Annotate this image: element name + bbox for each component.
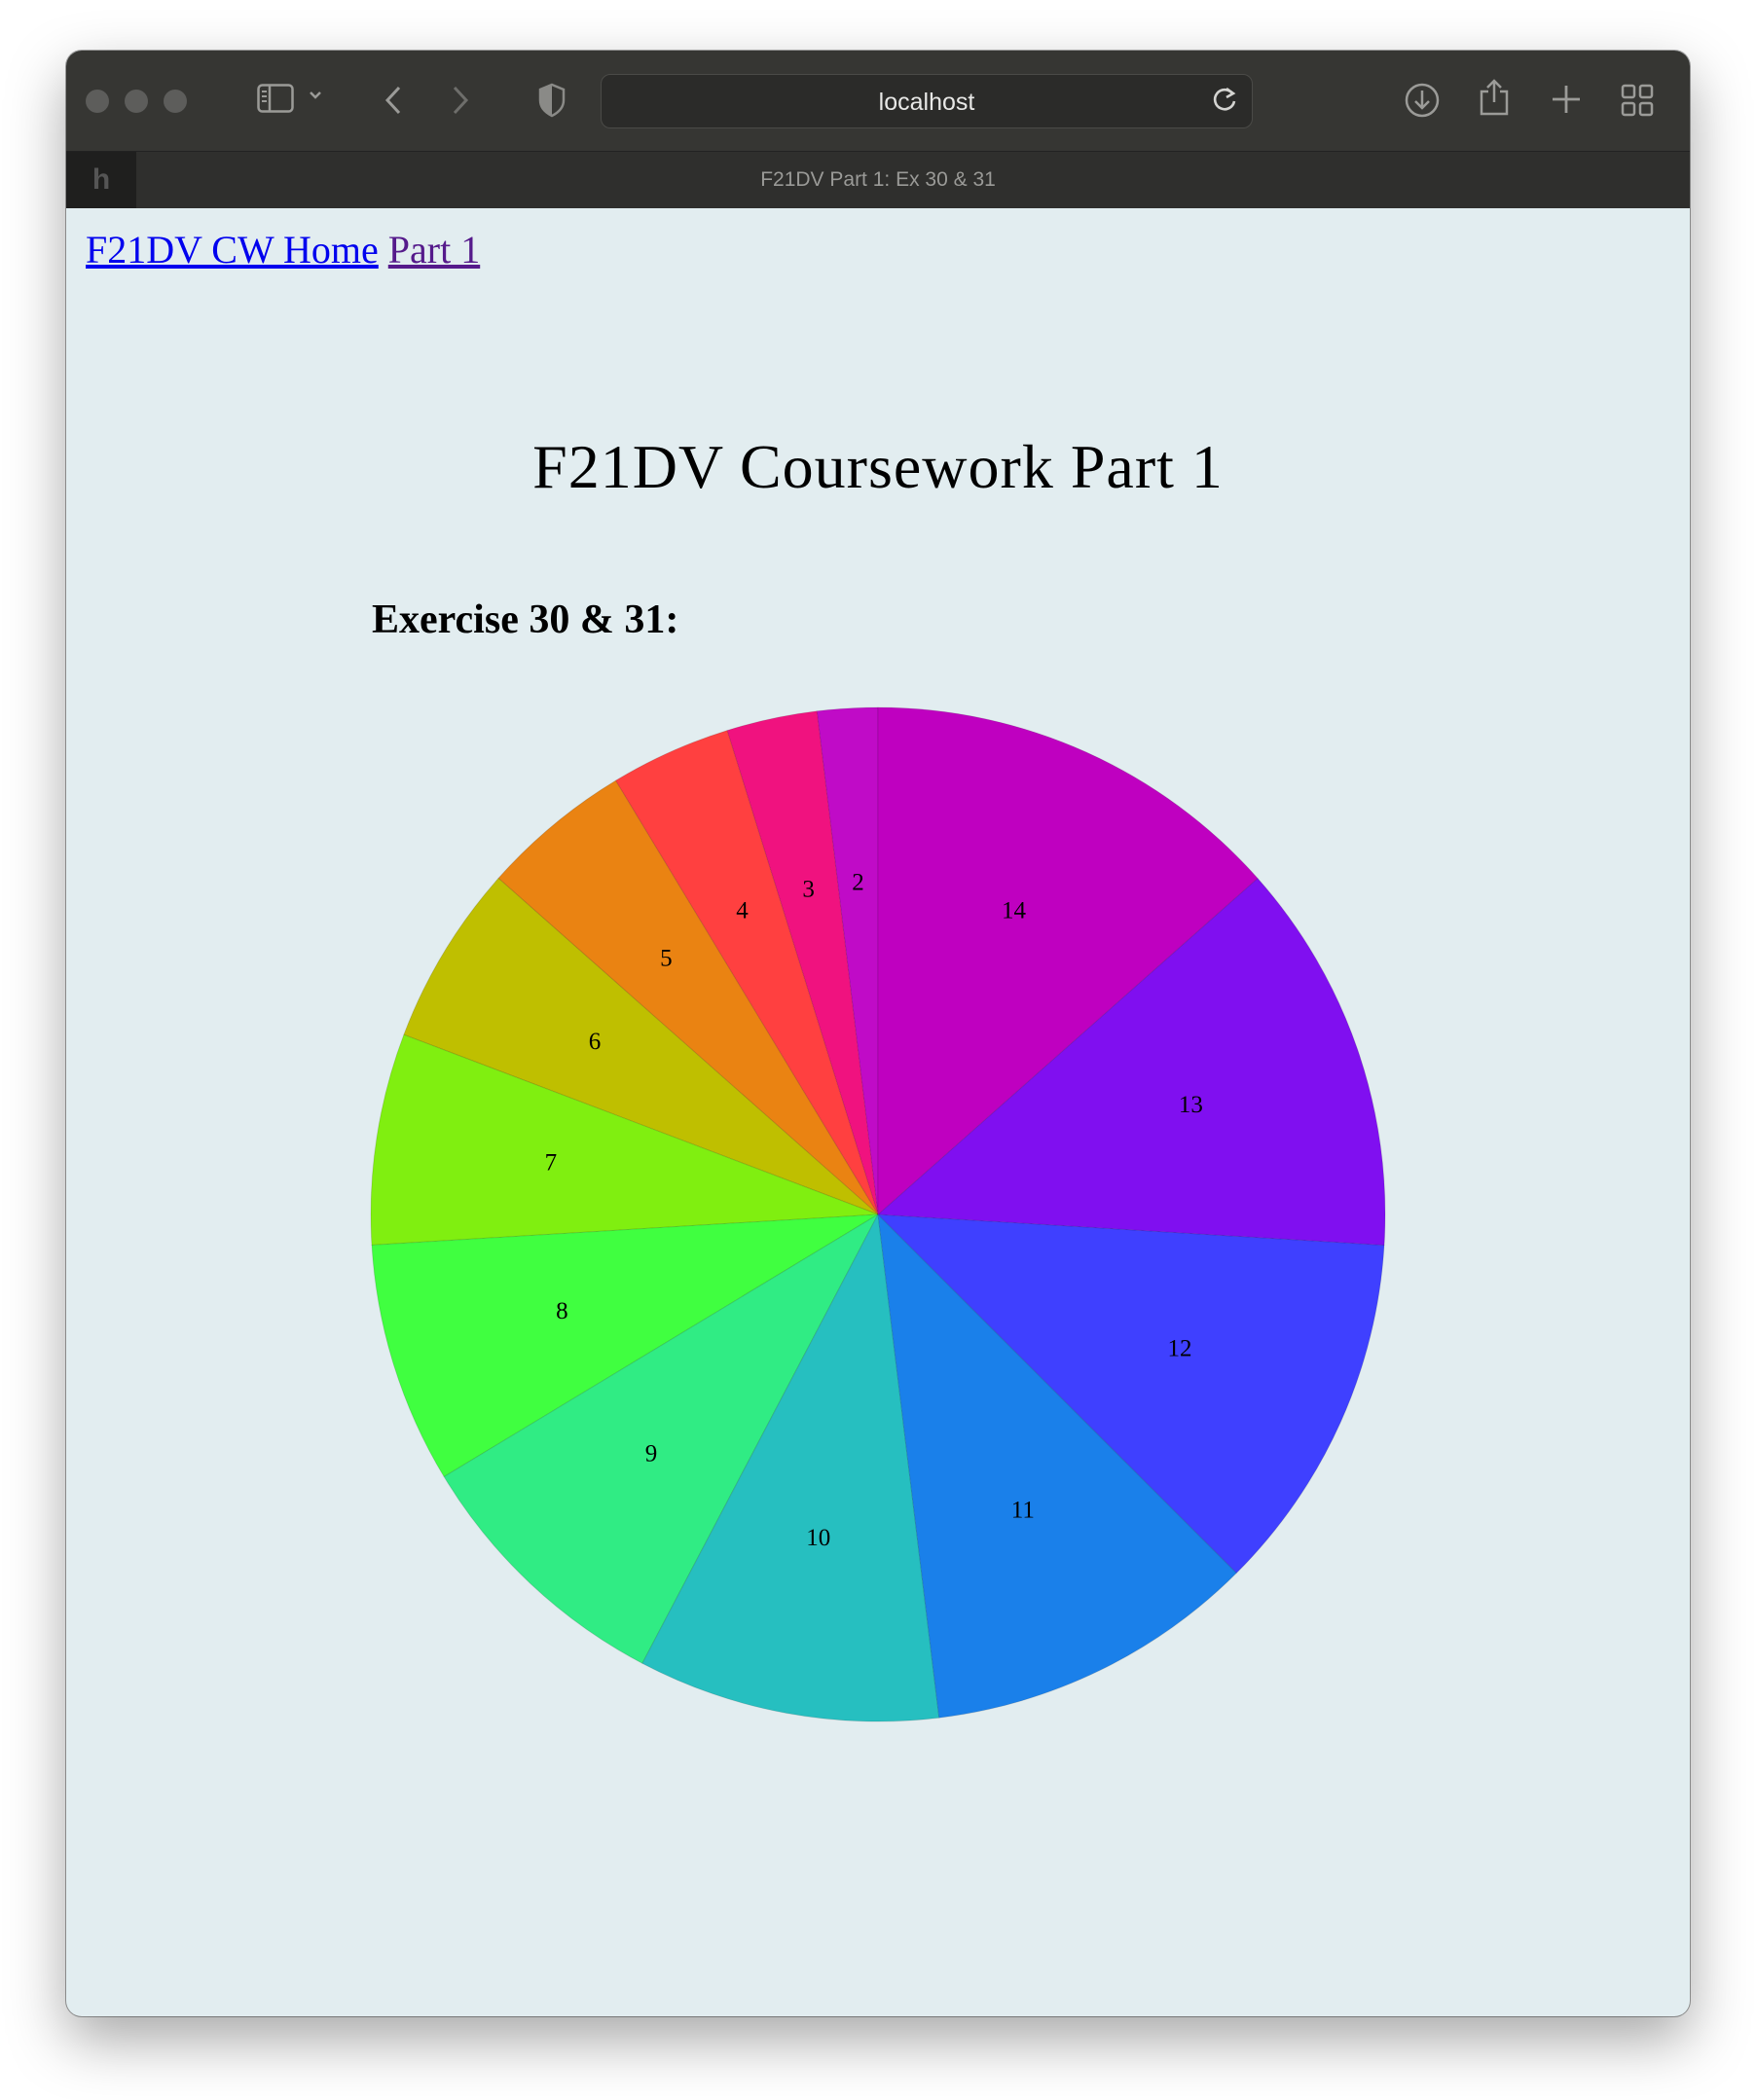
url-text[interactable]: localhost — [602, 89, 1252, 117]
pie-label-9: 9 — [645, 1440, 658, 1466]
browser-window: localhost h F21DV Part 1: Ex 30 & 31 F21… — [66, 51, 1690, 2016]
pie-label-8: 8 — [556, 1298, 568, 1324]
pie-label-3: 3 — [802, 876, 815, 902]
pie-label-14: 14 — [1002, 898, 1027, 924]
download-icon[interactable] — [1404, 82, 1441, 123]
forward-icon[interactable] — [450, 84, 471, 121]
pie-label-7: 7 — [545, 1150, 558, 1177]
new-tab-icon[interactable] — [1551, 84, 1582, 119]
tab-bar: h F21DV Part 1: Ex 30 & 31 — [66, 151, 1690, 208]
pie-label-12: 12 — [1168, 1335, 1192, 1361]
pie-label-6: 6 — [589, 1029, 602, 1055]
pie-label-5: 5 — [660, 946, 673, 972]
back-icon[interactable] — [383, 84, 404, 121]
pie-label-11: 11 — [1011, 1497, 1035, 1523]
browser-toolbar: localhost — [66, 51, 1690, 151]
page-content: F21DV CW Home Part 1 F21DV Coursework Pa… — [66, 207, 1690, 2016]
pie-label-10: 10 — [806, 1525, 830, 1551]
minimize-window-button[interactable] — [125, 90, 148, 113]
shield-icon[interactable] — [537, 83, 567, 122]
close-window-button[interactable] — [86, 90, 109, 113]
tab-overview-icon[interactable] — [1621, 84, 1654, 121]
address-bar[interactable]: localhost — [601, 74, 1253, 128]
tab-title[interactable]: F21DV Part 1: Ex 30 & 31 — [66, 168, 1690, 192]
share-icon[interactable] — [1478, 78, 1511, 121]
reload-icon[interactable] — [1211, 85, 1238, 121]
pie-label-2: 2 — [852, 869, 864, 895]
pie-label-13: 13 — [1179, 1092, 1203, 1118]
pie-label-4: 4 — [736, 898, 749, 924]
chevron-down-icon[interactable] — [308, 88, 323, 107]
sidebar-icon[interactable] — [257, 84, 294, 113]
zoom-window-button[interactable] — [164, 90, 187, 113]
pie-chart: 2 3 4 5 6 7 8 9 10 11 12 13 14 — [370, 706, 1386, 1722]
